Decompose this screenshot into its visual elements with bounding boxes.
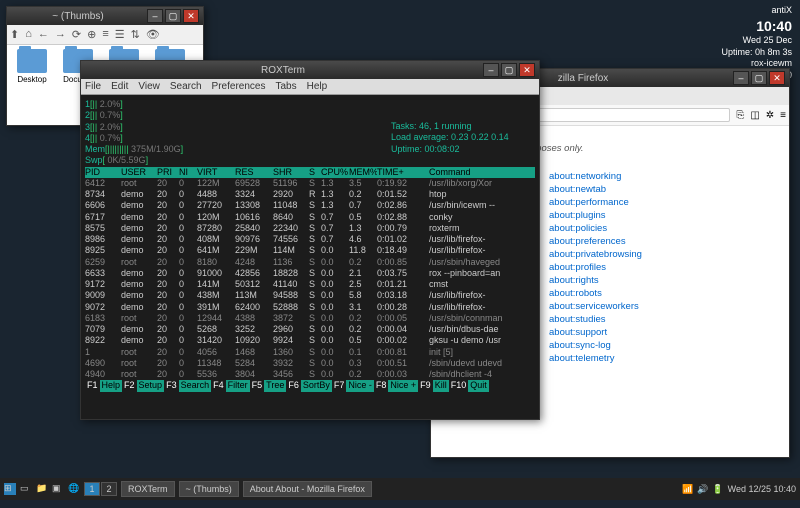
back-icon[interactable]: ← <box>38 28 49 41</box>
about-link[interactable]: about:rights <box>549 275 781 286</box>
desktop-date: Wed 25 Dec <box>721 35 792 47</box>
maximize-button[interactable]: ▢ <box>751 71 767 85</box>
menu-view[interactable]: View <box>138 81 160 92</box>
terminal-icon[interactable]: ▣ <box>52 483 64 495</box>
htop-output[interactable]: 1[|| 2.0%] 2[|| 0.7%] 3[|| 2.0%] 4[|| 0.… <box>81 95 539 417</box>
terminal-window[interactable]: ROXTerm – ▢ ✕ File Edit View Search Preferen… <box>80 60 540 420</box>
process-row[interactable]: 6259root200818042481136S0.00.20:00.85/us… <box>85 257 535 268</box>
about-link[interactable]: about:networking <box>549 171 781 182</box>
process-row[interactable]: 4940root200553638043456S0.00.20:00.03/sb… <box>85 369 535 380</box>
browser-icon[interactable]: 🌐 <box>68 483 80 495</box>
sort-icon[interactable]: ⇅ <box>131 28 140 41</box>
about-link[interactable]: about:support <box>549 327 781 338</box>
about-link[interactable]: about:telemetry <box>549 353 781 364</box>
menu-preferences[interactable]: Preferences <box>212 81 266 92</box>
desktop-time: 10:40 <box>721 17 792 35</box>
about-links-right: about:networking about:newtab about:perfor… <box>549 171 781 364</box>
term-titlebar[interactable]: ROXTerm – ▢ ✕ <box>81 61 539 79</box>
distro-label: antiX <box>721 5 792 17</box>
taskbar-clock[interactable]: Wed 12/25 10:40 <box>728 484 796 494</box>
process-row[interactable]: 9009demo200438M113M94588S0.05.80:03.18/u… <box>85 290 535 301</box>
forward-icon[interactable]: → <box>55 28 66 41</box>
workspace-1[interactable]: 1 <box>84 482 100 496</box>
process-row[interactable]: 8922demo20031420109209924S0.00.50:00.02g… <box>85 335 535 346</box>
sidebar-icon[interactable]: ◫ <box>750 110 759 121</box>
about-link[interactable]: about:studies <box>549 314 781 325</box>
folder-icon <box>17 49 47 73</box>
about-link[interactable]: about:plugins <box>549 210 781 221</box>
task-buttons: ROXTerm~ (Thumbs)About About - Mozilla F… <box>121 481 372 497</box>
about-link[interactable]: about:privatebrowsing <box>549 249 781 260</box>
htop-header[interactable]: PIDUSERPRINIVIRTRESSHRSCPU%MEM%TIME+Comm… <box>85 167 535 178</box>
minimize-button[interactable]: – <box>483 63 499 77</box>
minimize-button[interactable]: – <box>147 9 163 23</box>
folder-label: Desktop <box>11 75 53 84</box>
htop-fkeys[interactable]: F1HelpF2SetupF3SearchF4FilterF5TreeF6Sor… <box>85 380 535 391</box>
battery-icon[interactable]: 🔋 <box>712 484 723 495</box>
about-link[interactable]: about:preferences <box>549 236 781 247</box>
system-tray[interactable]: 📶 🔊 🔋 <box>682 484 724 495</box>
maximize-button[interactable]: ▢ <box>501 63 517 77</box>
close-button[interactable]: ✕ <box>183 9 199 23</box>
task-button[interactable]: ROXTerm <box>121 481 175 497</box>
menu-icon[interactable]: ≡ <box>780 110 786 121</box>
file-manager-icon[interactable]: 📁 <box>36 483 48 495</box>
zoom-icon[interactable]: ⊕ <box>87 28 96 41</box>
task-button[interactable]: About About - Mozilla Firefox <box>243 481 372 497</box>
view-icon[interactable]: ≡ <box>102 28 108 41</box>
about-link[interactable]: about:newtab <box>549 184 781 195</box>
workspace-switcher[interactable]: 12 <box>84 482 117 496</box>
extensions-icon[interactable]: ✲ <box>766 110 774 121</box>
process-row[interactable]: 6633demo200910004285618828S0.02.10:03.75… <box>85 268 535 279</box>
details-icon[interactable]: ☰ <box>115 28 125 41</box>
thumbs-toolbar: ⬆ ⌂ ← → ⟳ ⊕ ≡ ☰ ⇅ 👁 <box>7 25 203 45</box>
start-menu-icon[interactable]: ⊞ <box>4 483 16 495</box>
about-link[interactable]: about:policies <box>549 223 781 234</box>
maximize-button[interactable]: ▢ <box>165 9 181 23</box>
process-row[interactable]: 6183root2001294443883872S0.00.20:00.05/u… <box>85 313 535 324</box>
task-button[interactable]: ~ (Thumbs) <box>179 481 239 497</box>
network-icon[interactable]: 📶 <box>682 484 693 495</box>
taskbar[interactable]: ⊞ ▭ 📁 ▣ 🌐 12 ROXTerm~ (Thumbs)About Abou… <box>0 478 800 500</box>
term-menubar[interactable]: File Edit View Search Preferences Tabs Help <box>81 79 539 95</box>
library-icon[interactable]: ⎘ <box>736 110 744 121</box>
folder-item[interactable]: Desktop <box>11 49 53 84</box>
menu-tabs[interactable]: Tabs <box>275 81 296 92</box>
process-row[interactable]: 6606demo200277201330811048S1.30.70:02.86… <box>85 200 535 211</box>
term-title: ROXTerm <box>85 65 481 76</box>
menu-edit[interactable]: Edit <box>111 81 128 92</box>
minimize-button[interactable]: – <box>733 71 749 85</box>
show-desktop-icon[interactable]: ▭ <box>20 483 32 495</box>
volume-icon[interactable]: 🔊 <box>697 484 708 495</box>
hidden-icon[interactable]: 👁 <box>146 28 160 41</box>
about-link[interactable]: about:robots <box>549 288 781 299</box>
process-row[interactable]: 8925demo200641M229M114MS0.011.80:18.49/u… <box>85 245 535 256</box>
process-row[interactable]: 8734demo200448833242920R1.30.20:01.52hto… <box>85 189 535 200</box>
menu-help[interactable]: Help <box>307 81 328 92</box>
process-row[interactable]: 4690root2001134852843932S0.00.30:00.51/s… <box>85 358 535 369</box>
close-button[interactable]: ✕ <box>519 63 535 77</box>
menu-file[interactable]: File <box>85 81 101 92</box>
up-icon[interactable]: ⬆ <box>10 28 19 41</box>
refresh-icon[interactable]: ⟳ <box>72 28 81 41</box>
menu-search[interactable]: Search <box>170 81 202 92</box>
about-link[interactable]: about:sync-log <box>549 340 781 351</box>
process-row[interactable]: 9072demo200391M6240052888S0.03.10:00.28/… <box>85 302 535 313</box>
workspace-2[interactable]: 2 <box>101 482 117 496</box>
process-row[interactable]: 1root200405614681360S0.00.10:00.81init [… <box>85 347 535 358</box>
desktop-uptime: Uptime: 0h 8m 3s <box>721 47 792 59</box>
thumbs-title: ~ (Thumbs) <box>11 11 145 22</box>
close-button[interactable]: ✕ <box>769 71 785 85</box>
process-row[interactable]: 7079demo200526832522960S0.00.20:00.04/us… <box>85 324 535 335</box>
about-link[interactable]: about:performance <box>549 197 781 208</box>
process-row[interactable]: 9172demo200141M5031241140S0.02.50:01.21c… <box>85 279 535 290</box>
process-row[interactable]: 8575demo200872802584022340S0.71.30:00.79… <box>85 223 535 234</box>
process-row[interactable]: 6412root200122M6952851196S1.33.50:19.92/… <box>85 178 535 189</box>
process-row[interactable]: 6717demo200120M106168640S0.70.50:02.88co… <box>85 212 535 223</box>
about-link[interactable]: about:serviceworkers <box>549 301 781 312</box>
thumbs-titlebar[interactable]: ~ (Thumbs) – ▢ ✕ <box>7 7 203 25</box>
process-row[interactable]: 8986demo200408M9097674556S0.74.60:01.02/… <box>85 234 535 245</box>
about-link[interactable]: about:profiles <box>549 262 781 273</box>
home-icon[interactable]: ⌂ <box>25 28 32 41</box>
